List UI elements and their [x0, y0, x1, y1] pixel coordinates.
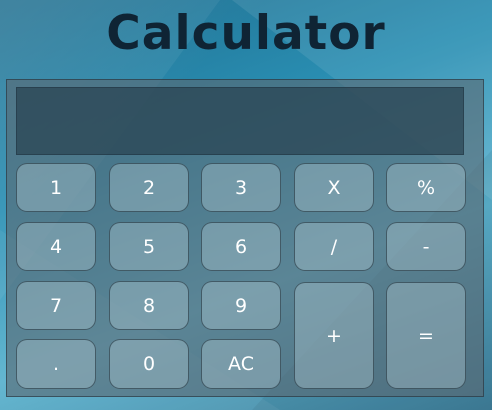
key-0-button[interactable]: 0 — [109, 339, 189, 389]
percent-button[interactable]: % — [386, 163, 466, 212]
key-9-button[interactable]: 9 — [201, 281, 281, 330]
calculator-panel: 1 2 3 X % 4 5 6 / - 7 8 9 + = . 0 AC — [6, 79, 484, 397]
plus-button[interactable]: + — [294, 282, 374, 389]
key-2-button[interactable]: 2 — [109, 163, 189, 212]
key-1-button[interactable]: 1 — [16, 163, 96, 212]
multiply-button[interactable]: X — [294, 163, 374, 212]
calculator-display — [16, 87, 464, 155]
minus-button[interactable]: - — [386, 222, 466, 271]
decimal-point-button[interactable]: . — [16, 339, 96, 389]
divide-button[interactable]: / — [294, 222, 374, 271]
key-3-button[interactable]: 3 — [201, 163, 281, 212]
key-7-button[interactable]: 7 — [16, 281, 96, 330]
key-4-button[interactable]: 4 — [16, 222, 96, 271]
clear-button[interactable]: AC — [201, 339, 281, 389]
equals-button[interactable]: = — [386, 282, 466, 389]
key-6-button[interactable]: 6 — [201, 222, 281, 271]
app-title: Calculator — [106, 6, 386, 61]
key-8-button[interactable]: 8 — [109, 281, 189, 330]
key-5-button[interactable]: 5 — [109, 222, 189, 271]
